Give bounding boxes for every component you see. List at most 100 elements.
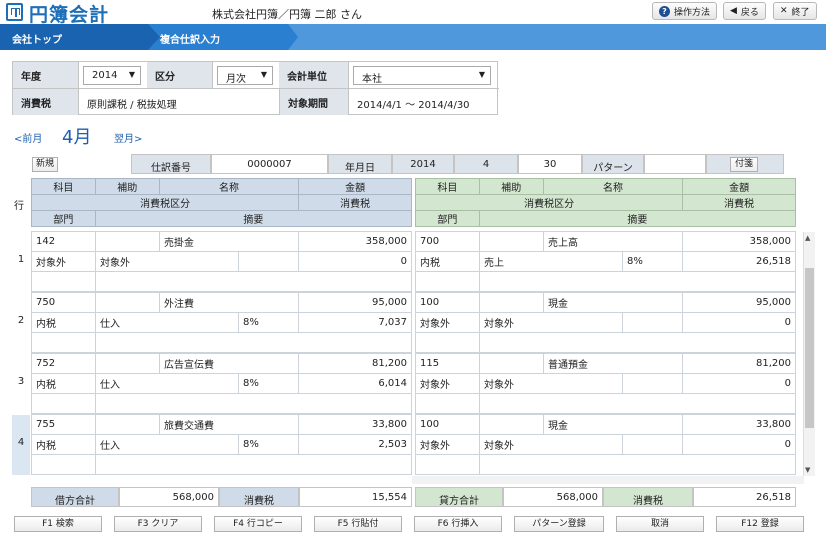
f4-row-copy-button[interactable]: F4 行コピー xyxy=(214,516,302,532)
tax-amount-field[interactable]: 0 xyxy=(298,251,412,272)
tax-class-field[interactable]: 内税 xyxy=(31,373,96,394)
amount-field[interactable]: 358,000 xyxy=(298,231,412,252)
register-pattern-button[interactable]: パターン登録 xyxy=(514,516,604,532)
department-field[interactable] xyxy=(415,271,480,292)
year-select[interactable]: 2014 xyxy=(83,66,141,85)
tax-amount-field[interactable]: 0 xyxy=(682,373,796,394)
sub-account-field[interactable] xyxy=(479,353,544,374)
tax-class-field[interactable]: 対象外 xyxy=(415,373,480,394)
scroll-down-icon[interactable]: ▼ xyxy=(805,466,810,474)
tax-class-field[interactable]: 対象外 xyxy=(415,312,480,333)
memo-field[interactable] xyxy=(95,393,412,414)
sub-account-field[interactable] xyxy=(95,414,160,435)
horizontal-scrollbar[interactable] xyxy=(412,476,804,484)
account-code-field[interactable]: 115 xyxy=(415,353,480,374)
memo-field[interactable] xyxy=(95,271,412,292)
account-name-field[interactable]: 売上高 xyxy=(543,231,683,252)
row-number[interactable]: 3 xyxy=(12,376,30,387)
department-field[interactable] xyxy=(31,393,96,414)
tax-type-field[interactable]: 仕入 xyxy=(95,312,239,333)
tax-rate-field[interactable]: 8% xyxy=(238,312,299,333)
department-field[interactable] xyxy=(31,454,96,475)
amount-field[interactable]: 33,800 xyxy=(298,414,412,435)
tax-type-field[interactable]: 売上 xyxy=(479,251,623,272)
f6-row-insert-button[interactable]: F6 行挿入 xyxy=(414,516,502,532)
tax-amount-field[interactable]: 6,014 xyxy=(298,373,412,394)
breadcrumb-company-top[interactable]: 会社トップ xyxy=(0,24,148,50)
tax-rate-field[interactable] xyxy=(622,373,683,394)
close-button[interactable]: ✕ 終了 xyxy=(773,2,817,20)
division-select[interactable]: 月次 xyxy=(217,66,273,85)
f1-search-button[interactable]: F1 検索 xyxy=(14,516,102,532)
account-code-field[interactable]: 755 xyxy=(31,414,96,435)
amount-field[interactable]: 81,200 xyxy=(298,353,412,374)
sub-account-field[interactable] xyxy=(95,353,160,374)
new-button[interactable]: 新規 xyxy=(32,157,58,172)
tax-class-field[interactable]: 内税 xyxy=(415,251,480,272)
cancel-button[interactable]: 取消 xyxy=(616,516,704,532)
sub-account-field[interactable] xyxy=(95,292,160,313)
pattern-field[interactable] xyxy=(644,154,706,174)
account-name-field[interactable]: 売掛金 xyxy=(159,231,299,252)
account-name-field[interactable]: 広告宣伝費 xyxy=(159,353,299,374)
memo-field[interactable] xyxy=(479,271,796,292)
tax-class-field[interactable]: 対象外 xyxy=(31,251,96,272)
amount-field[interactable]: 33,800 xyxy=(682,414,796,435)
row-number[interactable]: 1 xyxy=(12,254,30,265)
account-code-field[interactable]: 700 xyxy=(415,231,480,252)
sub-account-field[interactable] xyxy=(95,231,160,252)
sub-account-field[interactable] xyxy=(479,231,544,252)
account-code-field[interactable]: 142 xyxy=(31,231,96,252)
tax-rate-field[interactable]: 8% xyxy=(622,251,683,272)
tax-amount-field[interactable]: 0 xyxy=(682,312,796,333)
scroll-up-icon[interactable]: ▲ xyxy=(805,234,810,242)
tax-amount-field[interactable]: 7,037 xyxy=(298,312,412,333)
tax-type-field[interactable]: 対象外 xyxy=(479,434,623,455)
row-number[interactable]: 4 xyxy=(12,437,30,448)
tax-rate-field[interactable]: 8% xyxy=(238,434,299,455)
account-code-field[interactable]: 100 xyxy=(415,292,480,313)
tax-type-field[interactable]: 仕入 xyxy=(95,434,239,455)
tax-type-field[interactable]: 対象外 xyxy=(479,312,623,333)
account-name-field[interactable]: 現金 xyxy=(543,414,683,435)
f12-register-button[interactable]: F12 登録 xyxy=(716,516,804,532)
tax-class-field[interactable]: 内税 xyxy=(31,434,96,455)
sub-account-field[interactable] xyxy=(479,292,544,313)
department-field[interactable] xyxy=(31,271,96,292)
tax-class-field[interactable]: 対象外 xyxy=(415,434,480,455)
memo-field[interactable] xyxy=(95,454,412,475)
account-name-field[interactable]: 現金 xyxy=(543,292,683,313)
memo-field[interactable] xyxy=(479,332,796,353)
account-name-field[interactable]: 旅費交通費 xyxy=(159,414,299,435)
amount-field[interactable]: 81,200 xyxy=(682,353,796,374)
tax-rate-field[interactable] xyxy=(238,251,299,272)
slip-number-field[interactable]: 0000007 xyxy=(211,154,328,174)
account-name-field[interactable]: 外注費 xyxy=(159,292,299,313)
amount-field[interactable]: 95,000 xyxy=(682,292,796,313)
account-code-field[interactable]: 100 xyxy=(415,414,480,435)
department-field[interactable] xyxy=(415,393,480,414)
date-day-field[interactable]: 30 xyxy=(518,154,582,174)
unit-select[interactable]: 本社 xyxy=(353,66,491,85)
prev-month-link[interactable]: <前月 xyxy=(14,130,42,145)
memo-field[interactable] xyxy=(95,332,412,353)
tax-amount-field[interactable]: 26,518 xyxy=(682,251,796,272)
row-number[interactable]: 2 xyxy=(12,315,30,326)
memo-field[interactable] xyxy=(479,454,796,475)
f3-clear-button[interactable]: F3 クリア xyxy=(114,516,202,532)
account-code-field[interactable]: 750 xyxy=(31,292,96,313)
tax-amount-field[interactable]: 2,503 xyxy=(298,434,412,455)
tax-class-field[interactable]: 内税 xyxy=(31,312,96,333)
memo-field[interactable] xyxy=(479,393,796,414)
tax-rate-field[interactable] xyxy=(622,312,683,333)
f5-row-paste-button[interactable]: F5 行貼付 xyxy=(314,516,402,532)
account-name-field[interactable]: 普通預金 xyxy=(543,353,683,374)
department-field[interactable] xyxy=(31,332,96,353)
next-month-link[interactable]: 翌月> xyxy=(114,130,142,145)
attach-note-button[interactable]: 付箋 xyxy=(730,157,758,172)
tax-rate-field[interactable]: 8% xyxy=(238,373,299,394)
help-button[interactable]: ? 操作方法 xyxy=(652,2,718,20)
department-field[interactable] xyxy=(415,454,480,475)
sub-account-field[interactable] xyxy=(479,414,544,435)
tax-type-field[interactable]: 対象外 xyxy=(95,251,239,272)
